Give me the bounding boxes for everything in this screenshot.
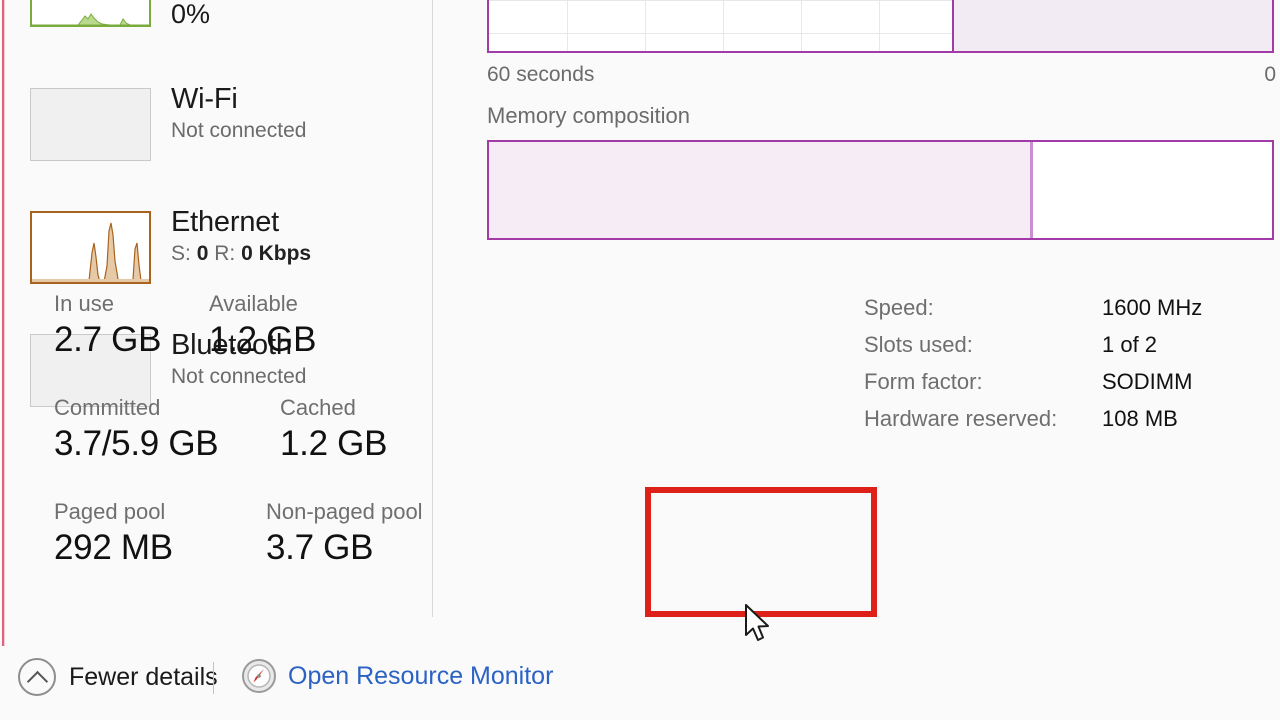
stat-non-paged-pool-value: 3.7 GB: [266, 526, 423, 570]
stat-available-value: 1.2 GB: [209, 318, 316, 362]
info-row-speed: Speed: 1600 MHz: [864, 293, 1264, 330]
info-slots-used-value: 1 of 2: [1102, 330, 1157, 360]
graph-zero-label: 0: [1264, 62, 1276, 88]
ethernet-title: Ethernet: [171, 205, 311, 239]
stat-non-paged-pool: Non-paged pool 3.7 GB: [266, 498, 423, 570]
content-area: 0% Wi-Fi Not connected Ethernet S: 0 R: …: [0, 0, 1280, 646]
info-speed-value: 1600 MHz: [1102, 293, 1202, 323]
ethernet-mini-graph: [30, 211, 151, 284]
info-hardware-reserved-key: Hardware reserved:: [864, 404, 1057, 434]
open-resource-monitor-link[interactable]: Open Resource Monitor: [241, 658, 553, 694]
info-form-factor-key: Form factor:: [864, 367, 983, 397]
chevron-up-icon[interactable]: [18, 658, 56, 696]
wifi-status: Not connected: [171, 118, 306, 144]
memory-usage-fill: [952, 0, 1272, 51]
stat-non-paged-pool-label: Non-paged pool: [266, 498, 423, 526]
fewer-details-button[interactable]: Fewer details: [18, 658, 218, 696]
sidebar-item-ethernet[interactable]: Ethernet S: 0 R: 0 Kbps: [0, 211, 432, 287]
bluetooth-status: Not connected: [171, 364, 306, 390]
memory-composition-separator: [1030, 142, 1033, 238]
ethernet-text-group: Ethernet S: 0 R: 0 Kbps: [171, 205, 311, 267]
memory-usage-edge: [952, 0, 954, 51]
info-row-form-factor: Form factor: SODIMM: [864, 367, 1264, 404]
ethernet-send-label: S:: [171, 242, 191, 265]
memory-composition-bar[interactable]: [487, 140, 1274, 240]
info-form-factor-value: SODIMM: [1102, 367, 1192, 397]
bottom-bar-separator: [213, 662, 214, 694]
stat-paged-pool-value: 292 MB: [54, 526, 173, 570]
stat-cached-label: Cached: [280, 394, 387, 422]
memory-composition-label: Memory composition: [487, 102, 690, 130]
info-speed-key: Speed:: [864, 293, 934, 323]
info-hardware-reserved-value: 108 MB: [1102, 404, 1178, 434]
ethernet-recv-value: 0 Kbps: [241, 242, 311, 265]
stat-cached: Cached 1.2 GB: [280, 394, 387, 466]
open-resource-monitor-label: Open Resource Monitor: [288, 661, 553, 691]
graph-duration-label: 60 seconds: [487, 62, 594, 88]
stat-cached-value: 1.2 GB: [280, 422, 387, 466]
ethernet-graph-svg: [32, 213, 149, 282]
info-row-hardware-reserved: Hardware reserved: 108 MB: [864, 404, 1264, 441]
ethernet-recv-label: R:: [214, 242, 235, 265]
stat-paged-pool: Paged pool 292 MB: [54, 498, 173, 570]
stat-available: Available 1.2 GB: [209, 290, 316, 362]
wifi-text-group: Wi-Fi Not connected: [171, 82, 306, 144]
info-slots-used-key: Slots used:: [864, 330, 973, 360]
wifi-mini-graph: [30, 88, 151, 161]
wifi-title: Wi-Fi: [171, 82, 306, 116]
info-row-slots-used: Slots used: 1 of 2: [864, 330, 1264, 367]
stat-paged-pool-label: Paged pool: [54, 498, 173, 526]
stat-in-use-value: 2.7 GB: [54, 318, 161, 362]
ethernet-send-value: 0: [197, 242, 209, 265]
memory-composition-in-use-segment: [489, 142, 1030, 238]
mouse-cursor: [744, 604, 772, 644]
gpu-mini-graph: [30, 0, 151, 27]
resource-monitor-icon: [241, 658, 277, 694]
memory-usage-graph: [487, 0, 1274, 53]
stat-committed: Committed 3.7/5.9 GB: [54, 394, 218, 466]
gpu-graph-svg: [32, 0, 149, 25]
stat-in-use: In use 2.7 GB: [54, 290, 161, 362]
stat-committed-label: Committed: [54, 394, 218, 422]
bottom-action-bar: Fewer details Open Resource Monitor: [0, 646, 1280, 720]
stat-in-use-label: In use: [54, 290, 161, 318]
fewer-details-label: Fewer details: [69, 662, 218, 692]
ethernet-throughput: S: 0 R: 0 Kbps: [171, 241, 311, 267]
stat-available-label: Available: [209, 290, 316, 318]
sidebar-item-wifi[interactable]: Wi-Fi Not connected: [0, 88, 432, 164]
gpu-utilization-percent: 0%: [171, 0, 210, 30]
stat-committed-value: 3.7/5.9 GB: [54, 422, 218, 466]
memory-hardware-info: Speed: 1600 MHz Slots used: 1 of 2 Form …: [864, 293, 1264, 441]
